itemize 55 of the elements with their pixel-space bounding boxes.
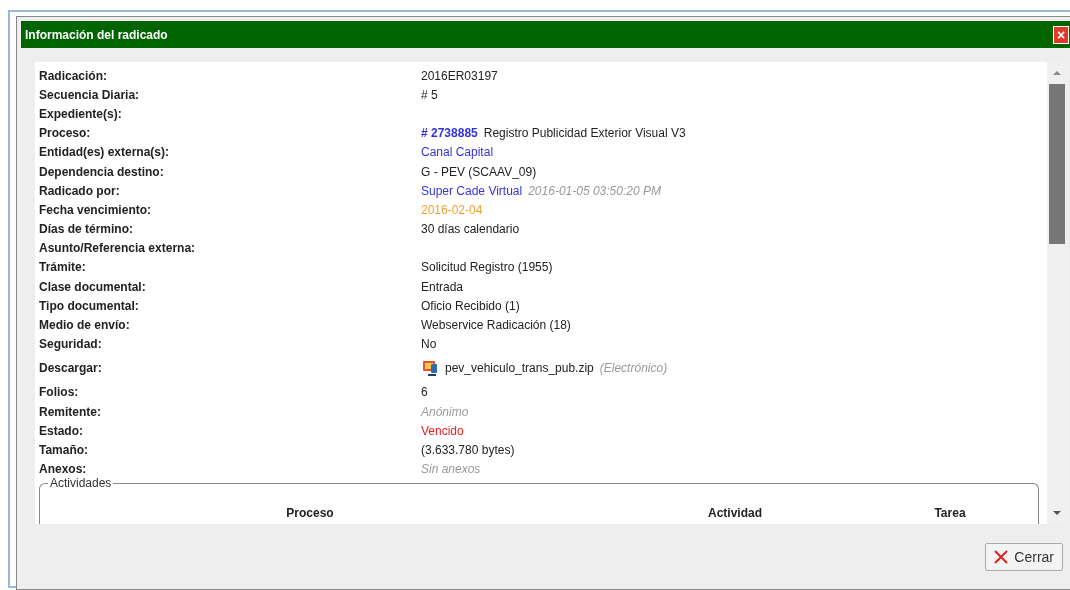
field-value: G - PEV (SCAAV_09) [421,164,537,179]
close-dialog-button[interactable]: Cerrar [985,542,1063,571]
column-header: Actividad [707,505,763,520]
status-value: Vencido [421,423,464,438]
field-note: (Electrónico) [599,361,668,376]
field-label: Remitente: [39,404,102,419]
due-date: 2016-02-04 [421,202,483,217]
field-label: Días de término: [39,222,135,237]
process-link[interactable]: # 2738885 [421,126,478,141]
field-label: Descargar: [39,361,103,376]
field-label: Estado: [39,423,84,438]
group-legend: Actividades [48,475,114,490]
field-label: Clase documental: [39,279,147,294]
field-value: Webservice Radicación (18) [421,318,571,333]
field-value: (3.633.780 bytes) [421,442,515,457]
column-header: Proceso [285,505,335,520]
field-note: Sin anexos [421,462,481,477]
field-label: Dependencia destino: [39,164,165,179]
field-label: Tipo documental: [39,298,140,313]
field-label: Expediente(s): [39,106,123,121]
field-label: Radicado por: [39,183,121,198]
link[interactable]: Super Cade Virtual [421,183,523,198]
dialog-title: Información del radicado [24,27,168,42]
field-label: Asunto/Referencia externa: [39,241,197,256]
field-label: Proceso: [39,126,92,141]
field-value: Solicitud Registro (1955) [421,260,553,275]
link[interactable]: Canal Capital [421,145,494,160]
field-value: Registro Publicidad Exterior Visual V3 [483,126,686,141]
field-label: Tamaño: [39,442,90,457]
field-label: Entidad(es) externa(s): [39,145,171,160]
field-label: Seguridad: [39,337,103,352]
close-button[interactable]: × [1053,25,1069,44]
field-label: Anexos: [39,462,88,477]
field-note: Anónimo [421,404,469,419]
field-value: # 5 [421,87,438,102]
field-value: Entrada [421,279,464,294]
column-header: Tarea [933,505,967,520]
field-value: No [421,337,437,352]
field-label: Fecha vencimiento: [39,202,153,217]
field-label: Medio de envío: [39,318,131,333]
scrollbar-thumb[interactable] [1049,84,1065,244]
field-value: 30 días calendario [421,222,520,237]
download-file-icon[interactable] [421,359,439,378]
field-value: 2016ER03197 [421,68,498,83]
close-icon [994,549,1009,564]
field-value: 6 [421,385,428,400]
scroll-down-icon[interactable] [1053,510,1061,516]
field-label: Radicación: [39,68,108,83]
field-value: Oficio Recibido (1) [421,298,520,313]
field-label: Secuencia Diaria: [39,87,141,102]
field-label: Trámite: [39,260,87,275]
scroll-up-icon[interactable] [1053,70,1061,76]
field-label: Folios: [39,385,80,400]
field-note: 2016-01-05 03:50:20 PM [528,183,661,198]
file-link[interactable]: pev_vehiculo_trans_pub.zip [445,361,594,376]
